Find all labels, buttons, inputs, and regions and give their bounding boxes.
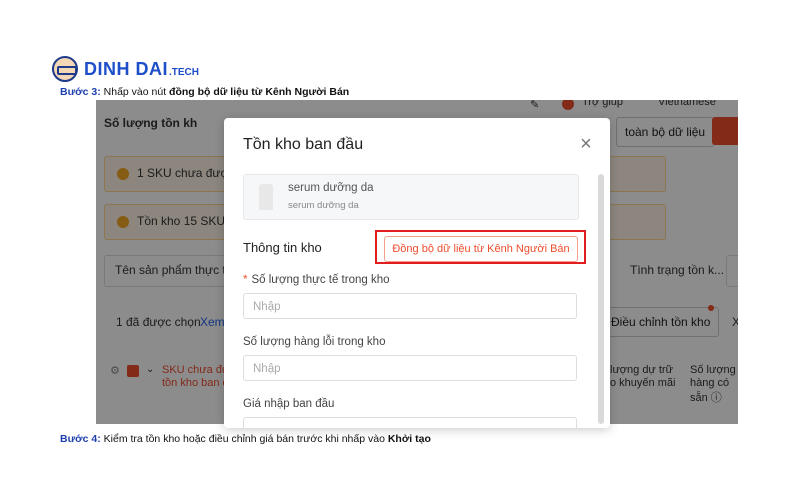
close-icon[interactable]: × bbox=[576, 134, 596, 154]
defective-stock-label: Số lượng hàng lỗi trong kho bbox=[243, 336, 386, 348]
product-card: serum dưỡng da serum dưỡng da bbox=[243, 174, 579, 220]
step-4-label: Bước 4: bbox=[60, 433, 101, 445]
product-bottle-icon bbox=[259, 184, 273, 210]
logo-tld: .TECH bbox=[169, 66, 199, 78]
initial-cost-input[interactable] bbox=[243, 417, 577, 428]
warehouse-info-label: Thông tin kho bbox=[243, 240, 322, 255]
actual-stock-label: * Số lượng thực tế trong kho bbox=[243, 274, 390, 286]
nerd-avatar-icon bbox=[52, 56, 78, 82]
highlight-box bbox=[375, 230, 586, 264]
product-name: serum dưỡng da bbox=[288, 182, 374, 194]
defective-stock-input[interactable]: Nhập bbox=[243, 355, 577, 381]
modal-title: Tồn kho ban đầu bbox=[243, 136, 364, 153]
initial-cost-label: Giá nhập ban đầu bbox=[243, 398, 335, 410]
step-3-label: Bước 3: bbox=[60, 86, 101, 98]
site-logo: DINH DAI .TECH bbox=[52, 56, 199, 82]
required-marker: * bbox=[243, 274, 248, 286]
initial-stock-modal: Tồn kho ban đầu × serum dưỡng da serum d… bbox=[224, 118, 610, 428]
modal-scrollbar[interactable] bbox=[598, 174, 604, 424]
step-4-instruction: Bước 4: Kiểm tra tồn kho hoặc điều chỉnh… bbox=[60, 433, 431, 445]
step-4-strong: Khởi tạo bbox=[387, 433, 431, 445]
step-4-text: Kiểm tra tồn kho hoặc điều chỉnh giá bán… bbox=[100, 433, 388, 445]
logo-text: DINH DAI bbox=[84, 58, 168, 79]
step-3-text: Nhấp vào nút bbox=[100, 86, 170, 98]
actual-stock-input[interactable]: Nhập bbox=[243, 293, 577, 319]
step-3-strong: đồng bộ dữ liệu từ Kênh Người Bán bbox=[169, 86, 350, 98]
step-3-instruction: Bước 3: Nhấp vào nút đồng bộ dữ liệu từ … bbox=[60, 86, 349, 98]
product-subname: serum dưỡng da bbox=[288, 200, 359, 211]
